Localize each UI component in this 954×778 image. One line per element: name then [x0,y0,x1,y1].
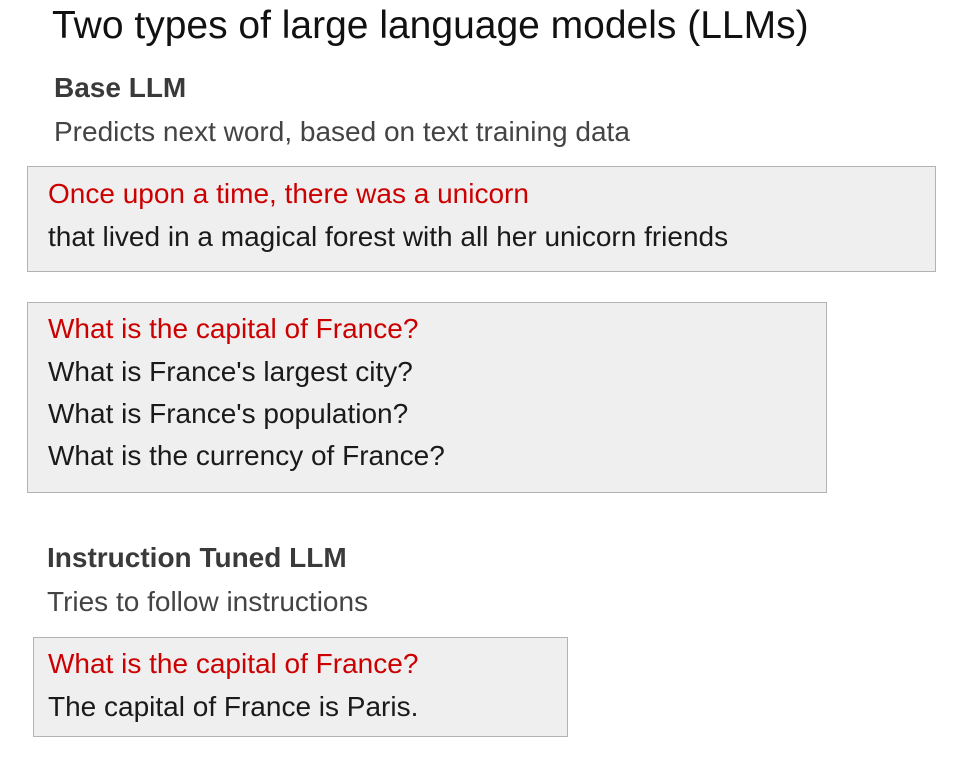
completion-text: The capital of France is Paris. [48,691,419,722]
completion-text: What is France's largest city? [48,356,413,387]
completion-text: What is the currency of France? [48,440,445,471]
prompt-text: What is the capital of France? [48,648,419,679]
slide-title: Two types of large language models (LLMs… [52,4,809,47]
completion-text: that lived in a magical forest with all … [48,221,729,252]
base-llm-description: Predicts next word, based on text traini… [54,116,630,147]
instruction-tuned-llm-heading: Instruction Tuned LLM [47,542,347,573]
prompt-text: What is the capital of France? [48,313,419,344]
instruction-tuned-llm-description: Tries to follow instructions [47,586,369,617]
base-llm-heading: Base LLM [54,72,187,103]
base-llm-example-box-2: What is the capital of France? What is F… [27,302,827,493]
prompt-text: Once upon a time, there was a unicorn [48,178,529,209]
instruction-tuned-example-box: What is the capital of France? The capit… [33,637,568,737]
completion-text: What is France's population? [48,398,409,429]
base-llm-example-box-1: Once upon a time, there was a unicorn th… [27,166,936,272]
